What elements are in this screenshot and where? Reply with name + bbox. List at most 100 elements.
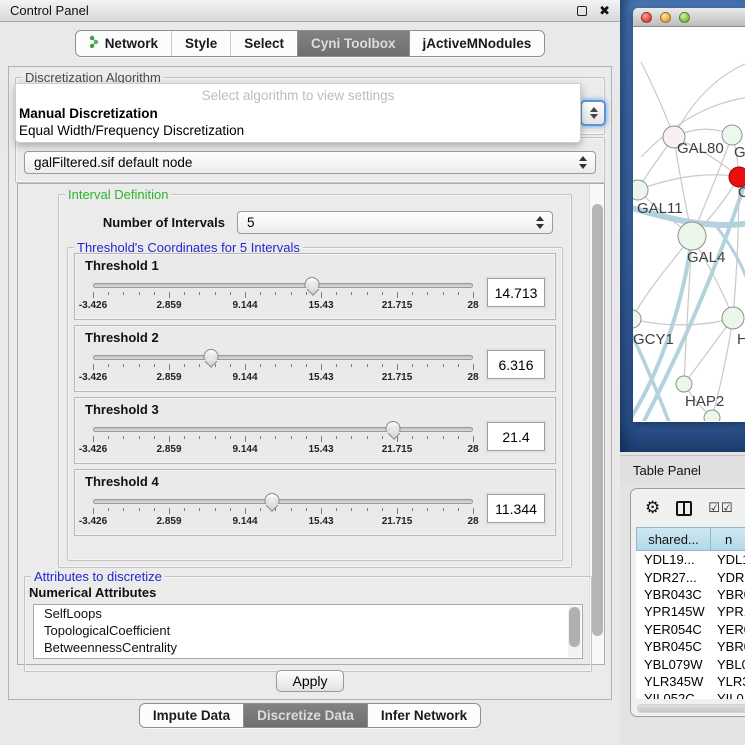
algorithm-dropdown-popup: Select algorithm to view settings Manual… (15, 83, 581, 143)
tab-infer-network[interactable]: Infer Network (367, 704, 480, 727)
slider-thumb[interactable] (305, 277, 320, 288)
slider-track[interactable] (93, 355, 473, 360)
tab-network[interactable]: Network (76, 31, 171, 56)
network-node-gal4[interactable] (678, 222, 706, 250)
tab-cyni-toolbox[interactable]: Cyni Toolbox (297, 31, 409, 56)
slider-tick-label: 9.144 (232, 300, 257, 311)
thresholds-group: Threshold's Coordinates for 5 Intervals … (67, 247, 563, 561)
slider-tick-label: 15.43 (308, 372, 333, 383)
table-row[interactable]: YDL19...YDL1 (636, 551, 745, 568)
threshold-3-slider[interactable]: -3.4262.8599.14415.4321.71528 (93, 420, 473, 460)
tab-label: Impute Data (153, 708, 230, 723)
tab-discretize-data[interactable]: Discretize Data (243, 704, 367, 727)
column-header-name[interactable]: n (711, 527, 745, 551)
control-panel-titlebar: Control Panel ✖ (0, 0, 620, 22)
table-row[interactable]: YBL079WYBL0 (636, 655, 745, 672)
table-cell: YLR3 (711, 674, 745, 689)
slider-track[interactable] (93, 283, 473, 288)
table-row[interactable]: YDR27...YDR2 (636, 568, 745, 585)
tab-label: Network (105, 36, 158, 51)
column-header-shared-name[interactable]: shared... (636, 527, 711, 551)
table-data-combobox[interactable]: galFiltered.sif default node (24, 151, 596, 174)
slider-thumb[interactable] (203, 349, 218, 360)
table-row[interactable]: YBR043CYBR0 (636, 586, 745, 603)
table-data-selected-value: galFiltered.sif default node (34, 155, 192, 170)
network-node-gcy1[interactable] (633, 310, 641, 328)
threshold-2-value-field[interactable]: 6.316 (487, 350, 545, 379)
network-canvas[interactable]: GAL80GACGAL11GAL4GCY1HHAP2 (633, 27, 745, 421)
threshold-label: Threshold 3 (85, 402, 545, 417)
dropdown-placeholder[interactable]: Select algorithm to view settings (16, 86, 580, 105)
float-window-icon[interactable] (577, 6, 587, 16)
network-node-gal11[interactable] (633, 180, 648, 200)
table-cell: YIL052C (636, 691, 711, 699)
table-cell: YDL1 (711, 552, 745, 567)
algorithm-combobox-stepper[interactable] (580, 100, 606, 126)
dropdown-option-equal-width-frequency[interactable]: Equal Width/Frequency Discretization (16, 122, 580, 139)
threshold-1-value-field[interactable]: 14.713 (487, 278, 545, 307)
table-row[interactable]: YLR345WYLR3 (636, 673, 745, 690)
threshold-1-slider[interactable]: -3.4262.8599.14415.4321.71528 (93, 276, 473, 316)
zoom-traffic-light-icon[interactable] (679, 12, 690, 23)
number-of-intervals-combobox[interactable]: 5 (237, 211, 553, 234)
table-cell: YBL079W (636, 657, 711, 672)
slider-track[interactable] (93, 499, 473, 504)
threshold-4-value-field[interactable]: 11.344 (487, 494, 545, 523)
list-item[interactable]: BetweennessCentrality (34, 639, 582, 656)
network-node-ga[interactable] (722, 125, 742, 145)
threshold-3-panel: Threshold 3 -3.4262.8599.14415.4321.7152… (74, 397, 556, 464)
tab-style[interactable]: Style (171, 31, 230, 56)
table-cell: YLR345W (636, 674, 711, 689)
list-scrollbar[interactable] (568, 606, 581, 657)
network-node[interactable] (704, 410, 720, 421)
network-node-h[interactable] (722, 307, 744, 329)
slider-tick-label: 9.144 (232, 444, 257, 455)
close-icon[interactable]: ✖ (599, 4, 610, 17)
apply-button[interactable]: Apply (276, 670, 344, 692)
select-columns-checkboxes-icon[interactable]: ☑☑ (708, 500, 733, 516)
slider-tick-label: -3.426 (79, 516, 107, 527)
threshold-1-panel: Threshold 1 -3.4262.8599.14415.4321.7152… (74, 253, 556, 320)
dropdown-option-manual-discretization[interactable]: Manual Discretization (16, 105, 580, 122)
threshold-3-value-field[interactable]: 21.4 (487, 422, 545, 451)
tab-select[interactable]: Select (230, 31, 297, 56)
scrollbar-thumb[interactable] (569, 607, 580, 647)
network-window: GAL80GACGAL11GAL4GCY1HHAP2 (633, 8, 745, 422)
number-of-intervals-value: 5 (247, 215, 255, 230)
threshold-4-slider[interactable]: -3.4262.8599.14415.4321.71528 (93, 492, 473, 532)
slider-tick-label: 2.859 (156, 372, 181, 383)
table-row[interactable]: YBR045CYBR0 (636, 638, 745, 655)
close-traffic-light-icon[interactable] (641, 12, 652, 23)
tab-label: Discretize Data (257, 708, 354, 723)
slider-tick-label: -3.426 (79, 444, 107, 455)
split-columns-icon[interactable] (676, 501, 692, 516)
table-row[interactable]: YER054CYER0 (636, 621, 745, 638)
tab-jactivemnodules[interactable]: jActiveMNodules (409, 31, 545, 56)
settings-gear-icon[interactable]: ⚙ (645, 498, 660, 518)
table-cell: YBR043C (636, 587, 711, 602)
slider-thumb[interactable] (264, 493, 279, 504)
threshold-label: Threshold 2 (85, 330, 545, 345)
slider-tick-label: 15.43 (308, 516, 333, 527)
slider-ticks (93, 364, 473, 371)
table-panel-titlebar: Table Panel (620, 455, 745, 485)
numerical-attributes-list: SelfLoops TopologicalCoefficient Between… (33, 604, 583, 659)
network-node-label: GA (734, 144, 745, 161)
table-panel-title: Table Panel (620, 463, 701, 478)
slider-track[interactable] (93, 427, 473, 432)
tab-impute-data[interactable]: Impute Data (140, 704, 243, 727)
list-item[interactable]: TopologicalCoefficient (34, 622, 582, 639)
slider-tick-label: 28 (467, 444, 478, 455)
table-row[interactable]: YIL052CYIL0 (636, 690, 745, 699)
slider-tick-label: 21.715 (382, 372, 413, 383)
scrollbar-thumb[interactable] (638, 705, 745, 712)
minimize-traffic-light-icon[interactable] (660, 12, 671, 23)
table-row[interactable]: YPR145WYPR1 (636, 603, 745, 620)
list-item[interactable]: SelfLoops (34, 605, 582, 622)
slider-thumb[interactable] (386, 421, 401, 432)
horizontal-scrollbar[interactable] (637, 704, 745, 713)
network-node-hap2[interactable] (676, 376, 692, 392)
tab-label: Style (185, 36, 217, 51)
scrollbar-thumb[interactable] (592, 204, 603, 636)
threshold-2-slider[interactable]: -3.4262.8599.14415.4321.71528 (93, 348, 473, 388)
